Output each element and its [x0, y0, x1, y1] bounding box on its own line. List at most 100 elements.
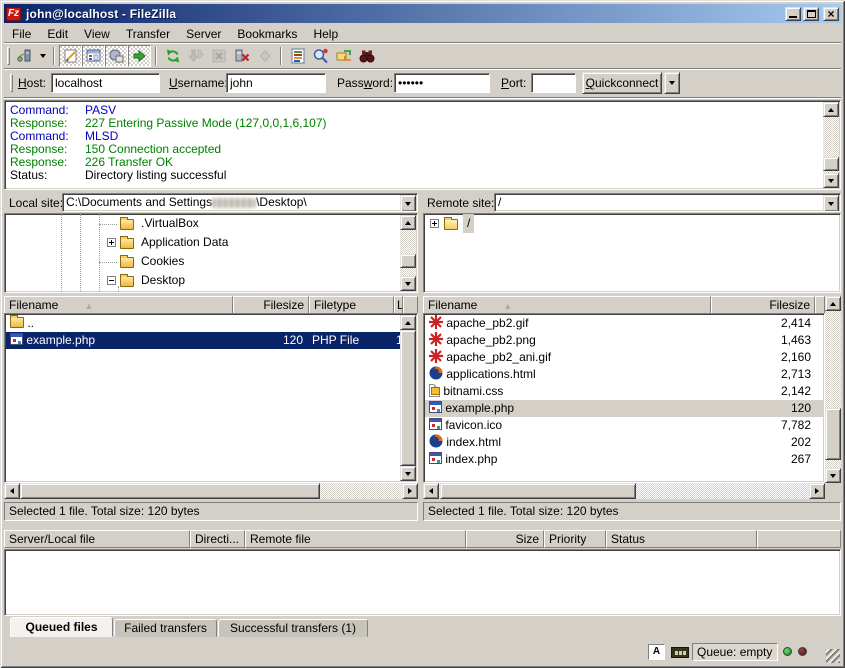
tree-item-virtualbox[interactable]: .VirtualBox — [5, 214, 399, 233]
local-site-dropdown[interactable] — [400, 195, 416, 212]
find-files-button[interactable] — [355, 45, 378, 67]
remote-row[interactable]: index.php 267 — [425, 451, 823, 468]
host-input[interactable] — [51, 73, 160, 93]
column-header-server-local-file[interactable]: Server/Local file — [4, 530, 190, 548]
remote-list-scroll-thumb[interactable] — [825, 408, 841, 460]
port-input[interactable] — [531, 73, 576, 93]
scroll-down-button[interactable] — [400, 466, 416, 481]
local-list-scroll-thumb[interactable] — [400, 330, 416, 466]
filter-button[interactable] — [286, 45, 309, 67]
remote-row[interactable]: apache_pb2_ani.gif 2,160 — [425, 349, 823, 366]
scroll-down-button[interactable] — [400, 276, 416, 291]
tab-queued-files[interactable]: Queued files — [10, 617, 113, 637]
minimize-button[interactable] — [785, 7, 801, 21]
collapse-minus-icon[interactable] — [107, 276, 116, 285]
local-tree: .VirtualBox Application Data Cookies Des… — [4, 213, 418, 293]
remote-row[interactable]: apache_pb2.png 1,463 — [425, 332, 823, 349]
filename-cell: applications.html — [446, 367, 535, 381]
toggle-local-tree-button[interactable] — [82, 45, 105, 67]
scroll-left-button[interactable] — [423, 483, 439, 499]
column-header-priority[interactable]: Priority — [544, 530, 606, 548]
speed-limits-icon[interactable] — [671, 647, 689, 658]
local-row-example-php[interactable]: example.php 120 PHP File 1 — [6, 332, 402, 349]
remote-row[interactable]: bitnami.css 2,142 — [425, 383, 823, 400]
close-button[interactable]: × — [823, 7, 839, 21]
cancel-button[interactable] — [207, 45, 230, 67]
password-input[interactable] — [394, 73, 490, 93]
site-manager-dropdown[interactable] — [36, 45, 49, 67]
quickconnect-button[interactable]: Quickconnect — [582, 72, 662, 94]
scroll-right-button[interactable] — [402, 483, 418, 499]
menu-server[interactable]: Server — [178, 26, 229, 42]
remote-row[interactable]: favicon.ico 7,782 — [425, 417, 823, 434]
scroll-down-button[interactable] — [823, 173, 839, 188]
menu-edit[interactable]: Edit — [39, 26, 76, 42]
scroll-up-button[interactable] — [400, 315, 416, 330]
menu-view[interactable]: View — [76, 26, 118, 42]
toggle-queue-button[interactable] — [128, 45, 151, 67]
quickconnect-dropdown[interactable] — [664, 72, 680, 94]
tree-item-application-data[interactable]: Application Data — [5, 233, 399, 252]
filesize-cell: 120 — [231, 332, 303, 349]
tab-failed-transfers[interactable]: Failed transfers — [114, 619, 217, 637]
resize-grip[interactable] — [826, 649, 840, 663]
scroll-up-button[interactable] — [823, 102, 839, 117]
local-hscroll-thumb[interactable] — [20, 483, 320, 499]
remote-site-dropdown[interactable] — [823, 195, 839, 212]
remote-hscroll-thumb[interactable] — [440, 483, 636, 499]
toggle-remote-tree-button[interactable] — [105, 45, 128, 67]
remote-row[interactable]: index.html 202 — [425, 434, 823, 451]
scroll-up-button[interactable] — [400, 215, 416, 230]
tree-item-desktop[interactable]: Desktop — [5, 271, 399, 290]
queue-list[interactable] — [4, 549, 841, 616]
column-header-status[interactable]: Status — [606, 530, 757, 548]
quickconnect-grip[interactable] — [10, 74, 13, 92]
scroll-down-button[interactable] — [825, 468, 841, 483]
column-header-filename[interactable]: Filename▲ — [4, 296, 233, 314]
menu-transfer[interactable]: Transfer — [118, 26, 178, 42]
column-header-filesize[interactable]: Filesize — [233, 296, 309, 314]
synchronized-browsing-button[interactable] — [332, 45, 355, 67]
expand-plus-icon[interactable] — [430, 219, 439, 228]
column-header-direction[interactable]: Directi... — [190, 530, 245, 548]
maximize-button[interactable] — [803, 7, 819, 21]
menu-bookmarks[interactable]: Bookmarks — [229, 26, 305, 42]
column-header-filename[interactable]: Filename▲ — [423, 296, 711, 314]
toolbar-grip[interactable] — [7, 47, 10, 65]
remote-row[interactable]: apache_pb2.gif 2,414 — [425, 315, 823, 332]
tree-item-cookies[interactable]: Cookies — [5, 252, 399, 271]
menu-help[interactable]: Help — [305, 26, 346, 42]
local-site-combo[interactable]: C:\Documents and Settings\Desktop\ — [62, 193, 418, 212]
column-header-remote-file[interactable]: Remote file — [245, 530, 466, 548]
reconnect-button[interactable] — [253, 45, 276, 67]
menu-file[interactable]: File — [4, 26, 39, 42]
tree-item-root[interactable]: / — [424, 214, 838, 233]
site-manager-button[interactable] — [13, 45, 36, 67]
tab-successful-transfers[interactable]: Successful transfers (1) — [218, 619, 368, 637]
refresh-button[interactable] — [161, 45, 184, 67]
disconnect-button[interactable] — [230, 45, 253, 67]
log-scroll-thumb[interactable] — [823, 157, 839, 171]
redacted-username — [212, 198, 256, 208]
remote-row[interactable]: applications.html 2,713 — [425, 366, 823, 383]
title-bar[interactable]: Fz john@localhost - FileZilla × — [4, 4, 841, 23]
directory-comparison-button[interactable] — [309, 45, 332, 67]
arrow-up-icon — [830, 302, 836, 306]
scroll-up-button[interactable] — [825, 296, 841, 311]
close-icon: × — [827, 9, 834, 19]
username-input[interactable] — [226, 73, 326, 93]
scroll-right-button[interactable] — [809, 483, 825, 499]
local-tree-scroll-thumb[interactable] — [400, 254, 416, 268]
column-header-filesize[interactable]: Filesize — [711, 296, 815, 314]
scroll-left-button[interactable] — [4, 483, 20, 499]
process-queue-button[interactable] — [184, 45, 207, 67]
remote-site-combo[interactable]: / — [494, 193, 841, 212]
expand-plus-icon[interactable] — [107, 238, 116, 247]
column-header-filetype[interactable]: Filetype — [309, 296, 394, 314]
remote-row-selected[interactable]: example.php 120 — [425, 400, 823, 417]
column-header-size[interactable]: Size — [466, 530, 544, 548]
transfer-type-indicator-icon[interactable]: A — [648, 644, 665, 660]
local-row-parent[interactable]: .. — [6, 315, 402, 332]
column-header-lastmodified[interactable]: L — [394, 296, 403, 314]
toggle-message-log-button[interactable] — [59, 45, 82, 67]
